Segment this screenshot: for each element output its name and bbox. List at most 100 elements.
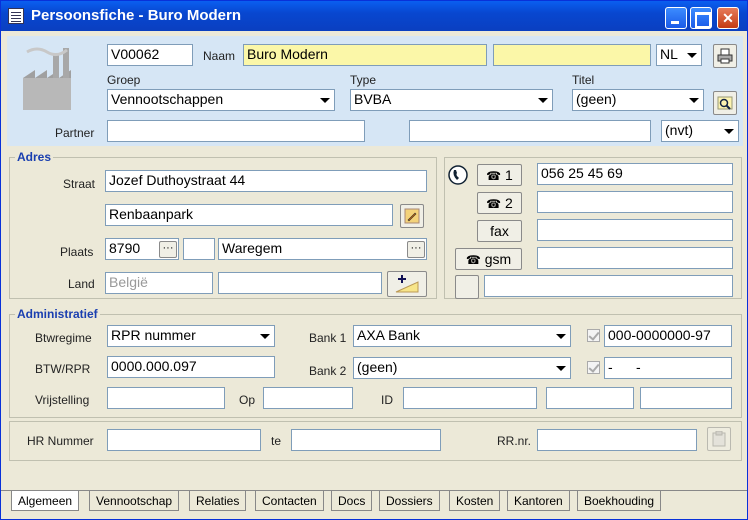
chevron-down-icon [685,91,702,109]
titel-label: Titel [572,73,595,87]
naam-label: Naam [203,49,236,63]
phone1-button[interactable]: ☎ 1 [477,164,522,186]
te-label: te [271,434,282,448]
plaats-value: Waregem [222,240,283,256]
print-button[interactable] [713,44,737,68]
fax-button[interactable]: fax [477,220,522,242]
lookup-button[interactable] [713,91,737,115]
id2-field[interactable] [546,387,634,409]
partner-field[interactable] [107,120,365,142]
phone-icon: ☎ [486,197,502,211]
phone-dial-icon [448,165,468,185]
bank1-select[interactable]: AXA Bank [353,325,571,347]
groep-select[interactable]: Vennootschappen [107,89,335,111]
printer-icon [717,48,733,64]
id-label: ID [381,393,393,407]
address-action-button[interactable] [400,204,424,228]
window: Persoonsfiche - Buro Modern ✕ V00062 Naa… [0,0,748,520]
naam2-field[interactable] [493,44,651,66]
extra-contact-button[interactable] [455,275,479,299]
bank1-checkbox[interactable] [587,329,600,342]
pencil-icon [404,208,420,224]
tab-vennootschap[interactable]: Vennootschap [89,491,180,511]
code-field[interactable]: V00062 [107,44,193,66]
btw-label: BTW/RPR [35,362,91,376]
phone2-field[interactable] [537,191,733,213]
bank1-label: Bank 1 [309,331,347,345]
rrnr-action-button[interactable] [707,427,731,451]
partner2-field[interactable] [409,120,651,142]
maximize-button[interactable] [690,7,712,29]
chevron-down-icon [552,359,569,377]
btw-field[interactable]: 0000.000.097 [107,356,275,378]
extra-contact-field[interactable] [484,275,733,297]
phone2-button[interactable]: ☎ 2 [477,192,522,214]
type-value: BVBA [354,91,392,107]
type-label: Type [350,73,377,87]
op-field[interactable] [263,387,353,409]
fax-label: fax [490,223,509,239]
btwregime-select[interactable]: RPR nummer [107,325,275,347]
id3-field[interactable] [640,387,732,409]
chevron-down-icon [720,122,737,140]
fax-field[interactable] [537,219,733,241]
straat-field[interactable]: Jozef Duthoystraat 44 [105,170,427,192]
gsm-button[interactable]: ☎ gsm [455,248,522,270]
tab-relaties[interactable]: Relaties [189,491,247,511]
phone2-label: 2 [505,195,513,211]
plaats-field[interactable]: Waregem [218,238,427,260]
te-field[interactable] [291,429,441,451]
btwregime-value: RPR nummer [111,327,196,343]
tab-algemeen[interactable]: Algemeen [11,491,80,511]
straat-label: Straat [63,177,96,191]
gsm-field[interactable] [537,247,733,269]
vrijstelling-label: Vrijstelling [35,393,90,407]
gsm-label: gsm [484,251,512,267]
naam-field[interactable]: Buro Modern [243,44,487,66]
land-field[interactable]: België [105,272,213,294]
tab-dossiers[interactable]: Dossiers [379,491,440,511]
add-address-button[interactable] [387,271,427,297]
form-icon [8,8,24,24]
tab-docs[interactable]: Docs [331,491,373,511]
type-select[interactable]: BVBA [350,89,553,111]
phone1-label: 1 [505,167,513,183]
postcode-extra-field[interactable] [183,238,215,260]
partner-select[interactable]: (nvt) [661,120,739,142]
bank2-value: (geen) [357,359,398,375]
hr-field[interactable] [107,429,261,451]
bank2-label: Bank 2 [309,364,347,378]
titel-select[interactable]: (geen) [572,89,704,111]
groep-label: Groep [107,73,141,87]
plaats-lookup-button[interactable]: ··· [407,241,425,258]
tab-contacten[interactable]: Contacten [255,491,324,511]
tab-boekhouding[interactable]: Boekhouding [577,491,662,511]
language-select[interactable]: NL [656,44,702,66]
bank2-select[interactable]: (geen) [353,357,571,379]
bank1-value: AXA Bank [357,327,421,343]
header-panel: V00062 Naam Buro Modern NL Groep Vennoot… [7,36,743,146]
rrnr-field[interactable] [537,429,697,451]
postcode-lookup-button[interactable]: ··· [159,241,177,258]
bank2-checkbox[interactable] [587,361,600,374]
groep-value: Vennootschappen [111,91,224,107]
hr-label: HR Nummer [27,434,94,448]
add-icon [395,275,419,293]
bank2-number-field[interactable]: - - [604,357,732,379]
partner-select-value: (nvt) [665,122,693,138]
chevron-down-icon [256,327,273,345]
plaats-label: Plaats [60,245,94,259]
chevron-down-icon [552,327,569,345]
tab-kantoren[interactable]: Kantoren [507,491,570,511]
clipboard-icon [712,430,726,447]
vrijstelling-field[interactable] [107,387,225,409]
bank1-number-field[interactable]: 000-0000000-97 [604,325,732,347]
id-field[interactable] [403,387,537,409]
land-extra-field[interactable] [218,272,382,294]
close-button[interactable]: ✕ [717,7,739,29]
straat2-field[interactable]: Renbaanpark [105,204,393,226]
title-bar[interactable]: Persoonsfiche - Buro Modern ✕ [1,1,747,31]
tab-kosten[interactable]: Kosten [449,491,501,511]
phone1-field[interactable]: 056 25 45 69 [537,163,733,185]
minimize-button[interactable] [665,7,687,29]
